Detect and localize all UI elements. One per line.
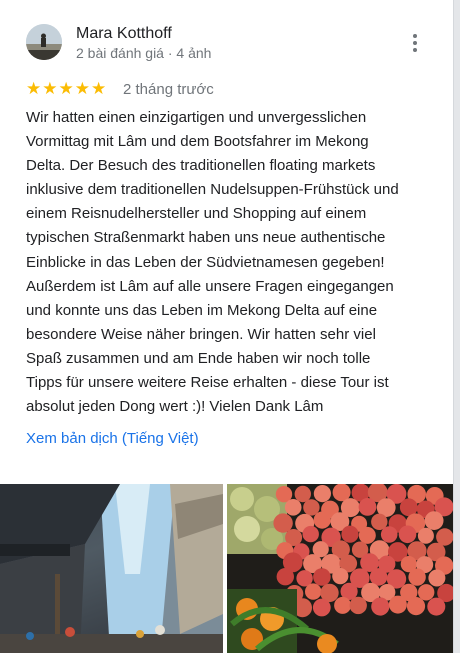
reviewer-meta: 2 bài đánh giá · 4 ảnh — [76, 45, 212, 61]
star-icon: ★ — [74, 79, 90, 98]
scrollbar-track[interactable] — [453, 0, 460, 653]
avatar-photo — [26, 24, 62, 60]
review-card: Mara Kotthoff 2 bài đánh giá · 4 ảnh ★ ★ ★… — [0, 0, 453, 653]
photo-fruit-stall — [227, 484, 453, 653]
lychee-pile — [273, 484, 453, 618]
photo-street-market — [0, 484, 223, 653]
review-date: 2 tháng trước — [123, 81, 214, 98]
review-text-line: inklusive dem traditionellen Nudelsuppen… — [26, 181, 399, 199]
translate-link[interactable]: Xem bản dịch (Tiếng Việt) — [26, 430, 199, 447]
star-rating: ★ ★ ★ ★ ★ — [26, 80, 106, 98]
review-photo-1[interactable] — [0, 484, 223, 653]
review-text: Wir hatten einen einzigartigen und unver… — [26, 106, 431, 419]
more-vert-dot — [413, 48, 417, 52]
more-vert-icon — [413, 34, 417, 38]
star-icon: ★ — [58, 79, 74, 98]
review-text-line: Wir hatten einen einzigartigen und unver… — [26, 109, 367, 126]
more-vert-dot — [413, 41, 417, 45]
review-text-line: Außerdem ist Lâm auf alle unsere Fragen … — [26, 277, 394, 295]
review-text-line: und konnte uns das Leben im Mekong Delta… — [26, 301, 378, 319]
review-text-line: einem Reisnudelhersteller und Shopping a… — [26, 205, 367, 223]
reviewer-avatar[interactable] — [26, 24, 62, 60]
review-text-line: Einblicke in das Leben der Südvietnamese… — [26, 253, 385, 271]
review-text-line: Vormittag mit Lâm und dem Bootsfahrer im… — [26, 133, 369, 151]
star-icon: ★ — [91, 79, 107, 98]
more-options-button[interactable] — [402, 30, 428, 56]
review-text-line: typischen Straßenmarkt haben uns neue au… — [26, 229, 386, 247]
review-text-line: absolut jeden Dong wert :)! Vielen Dank … — [26, 398, 324, 416]
review-text-line: Spaß zusammen und am Ende haben wir noch… — [26, 349, 371, 367]
star-icon: ★ — [26, 79, 42, 98]
review-text-line: Delta. Der Besuch des traditionellen flo… — [26, 157, 376, 175]
review-photo-2[interactable] — [227, 484, 453, 653]
review-text-line: besondere Weise näher bringen. Wir hatte… — [26, 325, 376, 343]
reviewer-name[interactable]: Mara Kotthoff — [76, 25, 172, 43]
star-icon: ★ — [42, 79, 58, 98]
review-text-line: Tipps für unsere weitere Reise erhalten … — [26, 374, 389, 392]
